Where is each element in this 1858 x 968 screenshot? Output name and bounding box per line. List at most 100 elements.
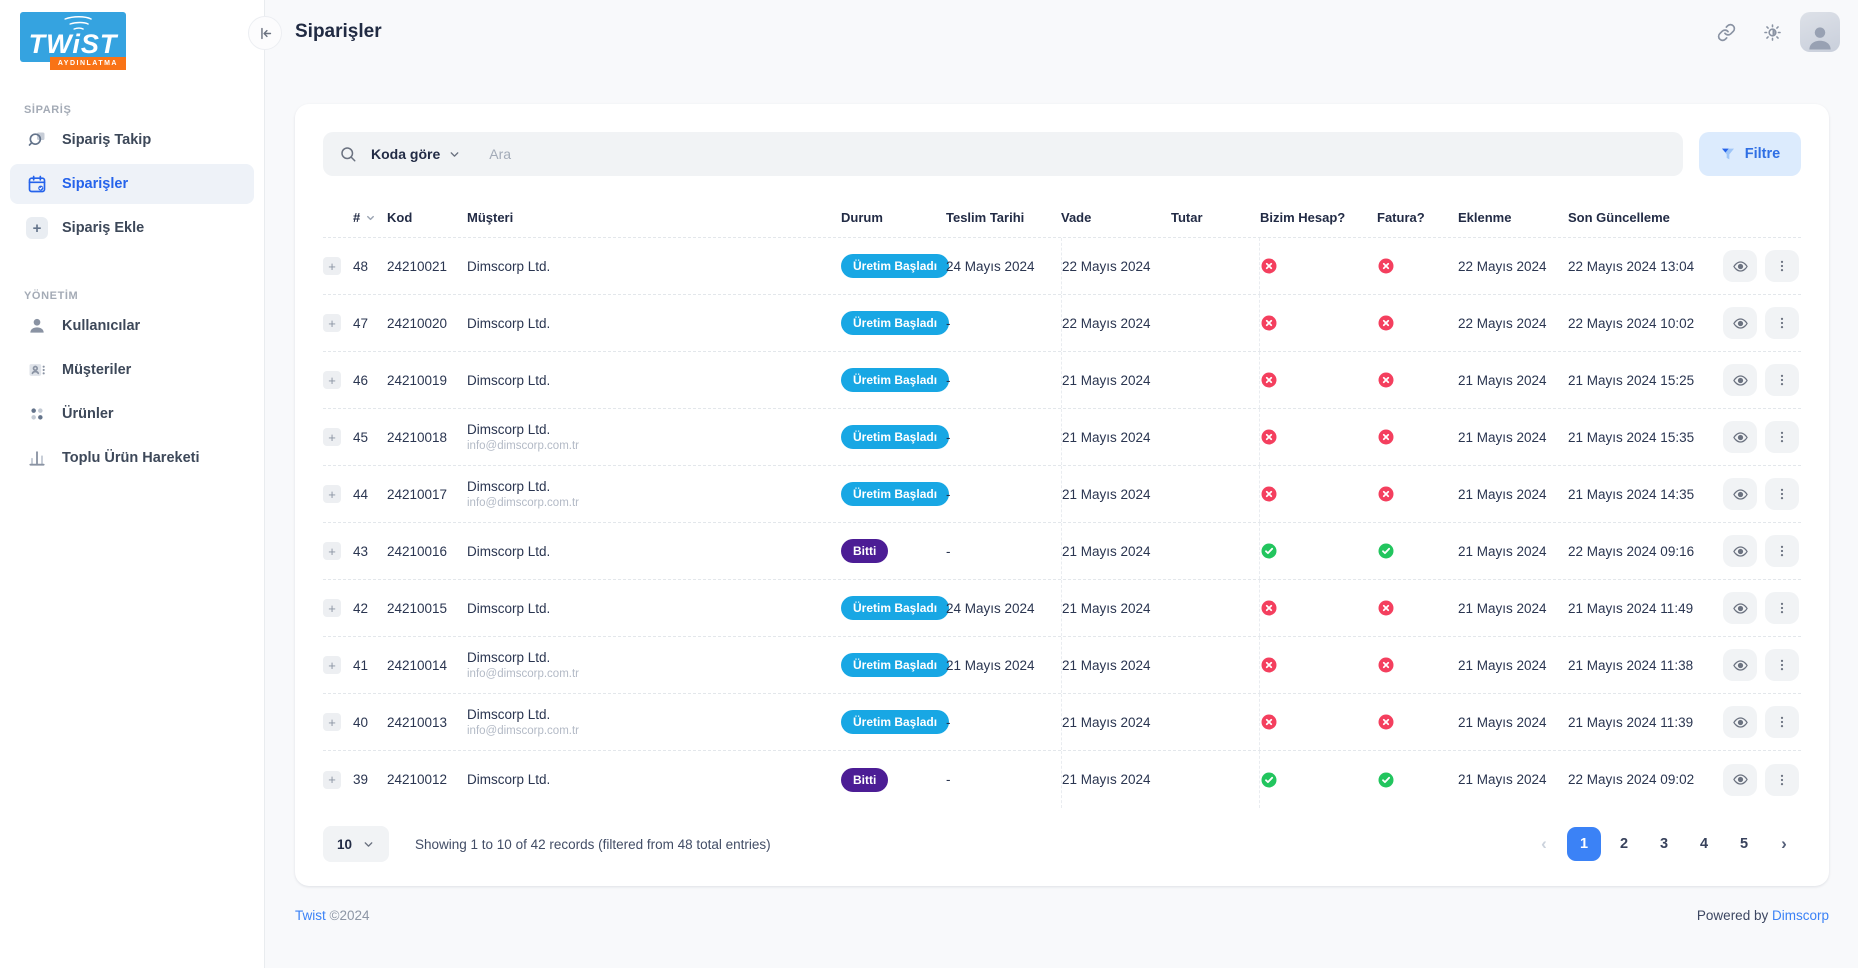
page-size-select[interactable]: 10 — [323, 826, 389, 862]
row-view-button[interactable] — [1723, 307, 1757, 339]
table-header: # Kod Müşteri Durum Teslim Tarihi Vade T… — [323, 200, 1801, 238]
row-menu-button[interactable] — [1765, 592, 1799, 624]
row-view-button[interactable] — [1723, 364, 1757, 396]
status-badge: Bitti — [841, 539, 888, 563]
table-row: + 40 24210013 Dimscorp Ltd.info@dimscorp… — [323, 694, 1801, 751]
row-eklenme: 22 Mayıs 2024 — [1458, 238, 1568, 294]
row-expand-button[interactable]: + — [323, 542, 341, 560]
row-customer: Dimscorp Ltd. — [467, 373, 550, 388]
app-logo[interactable]: TWiST AYDINLATMA — [20, 12, 126, 70]
row-id: 42 — [353, 580, 387, 636]
search-category-label: Koda göre — [371, 146, 440, 162]
row-view-button[interactable] — [1723, 592, 1757, 624]
row-eklenme: 21 Mayıs 2024 — [1458, 352, 1568, 408]
th-tutar: Tutar — [1171, 200, 1260, 237]
table-row: + 45 24210018 Dimscorp Ltd.info@dimscorp… — [323, 409, 1801, 466]
search-input[interactable] — [475, 146, 1667, 162]
pagination-page-5[interactable]: 5 — [1727, 827, 1761, 861]
plus-icon: + — [26, 217, 48, 239]
sidebar-item-label: Toplu Ürün Hareketi — [62, 450, 200, 466]
sidebar-item-siparisler[interactable]: Siparişler — [10, 164, 254, 204]
row-menu-button[interactable] — [1765, 706, 1799, 738]
row-menu-button[interactable] — [1765, 478, 1799, 510]
row-expand-button[interactable]: + — [323, 257, 341, 275]
row-eklenme: 21 Mayıs 2024 — [1458, 409, 1568, 465]
sidebar-item-musteriler[interactable]: Müşteriler — [10, 350, 254, 390]
row-kod: 24210017 — [387, 466, 467, 522]
table-row: + 43 24210016 Dimscorp Ltd. Bitti - 21 M… — [323, 523, 1801, 580]
bizim-hesap-icon — [1260, 713, 1278, 731]
pagination-page-4[interactable]: 4 — [1687, 827, 1721, 861]
pagination: ‹ 1 2 3 4 5 › — [1527, 827, 1801, 861]
sidebar-item-kullanicilar[interactable]: Kullanıcılar — [10, 306, 254, 346]
share-link-button[interactable] — [1708, 14, 1744, 50]
row-expand-button[interactable]: + — [323, 656, 341, 674]
row-expand-button[interactable]: + — [323, 314, 341, 332]
row-menu-button[interactable] — [1765, 764, 1799, 796]
main-area: Siparişler Koda göre — [265, 0, 1858, 923]
table-row: + 46 24210019 Dimscorp Ltd. Üretim Başla… — [323, 352, 1801, 409]
row-id: 41 — [353, 637, 387, 693]
th-kod: Kod — [387, 200, 467, 237]
theme-sun-icon — [1763, 23, 1782, 42]
pagination-page-1[interactable]: 1 — [1567, 827, 1601, 861]
row-expand-button[interactable]: + — [323, 485, 341, 503]
sidebar-collapse-button[interactable] — [248, 16, 282, 50]
row-teslim-tarihi: - — [946, 409, 1061, 465]
row-vade: 22 Mayıs 2024 — [1061, 295, 1171, 351]
nav-section-siparis: SİPARİŞ — [24, 104, 264, 116]
row-view-button[interactable] — [1723, 421, 1757, 453]
row-tutar — [1171, 409, 1260, 465]
row-menu-button[interactable] — [1765, 307, 1799, 339]
row-tutar — [1171, 352, 1260, 408]
user-avatar[interactable] — [1800, 12, 1840, 52]
sidebar-item-siparis-takip[interactable]: Sipariş Takip — [10, 120, 254, 160]
chevron-down-icon — [362, 838, 375, 851]
logo-subtext: AYDINLATMA — [50, 57, 126, 70]
row-menu-button[interactable] — [1765, 250, 1799, 282]
row-view-button[interactable] — [1723, 706, 1757, 738]
row-expand-button[interactable]: + — [323, 771, 341, 789]
sidebar-item-urunler[interactable]: Ürünler — [10, 394, 254, 434]
eye-icon — [1733, 544, 1748, 559]
kebab-menu-icon — [1775, 715, 1789, 729]
row-view-button[interactable] — [1723, 478, 1757, 510]
pagination-page-3[interactable]: 3 — [1647, 827, 1681, 861]
filter-button[interactable]: Filtre — [1699, 132, 1801, 176]
row-expand-button[interactable]: + — [323, 599, 341, 617]
powered-by-brand-link[interactable]: Dimscorp — [1772, 908, 1829, 923]
row-view-button[interactable] — [1723, 649, 1757, 681]
row-view-button[interactable] — [1723, 764, 1757, 796]
bizim-hesap-icon — [1260, 428, 1278, 446]
status-badge: Üretim Başladı — [841, 710, 949, 734]
row-eklenme: 21 Mayıs 2024 — [1458, 466, 1568, 522]
table-footer: 10 Showing 1 to 10 of 42 records (filter… — [323, 826, 1801, 862]
row-kod: 24210015 — [387, 580, 467, 636]
sidebar-item-toplu-urun-hareketi[interactable]: Toplu Ürün Hareketi — [10, 438, 254, 478]
footer-brand-link[interactable]: Twist — [295, 908, 326, 923]
pagination-page-2[interactable]: 2 — [1607, 827, 1641, 861]
th-id[interactable]: # — [353, 200, 387, 237]
row-tutar — [1171, 466, 1260, 522]
row-expand-button[interactable]: + — [323, 371, 341, 389]
row-expand-button[interactable]: + — [323, 428, 341, 446]
theme-toggle-button[interactable] — [1754, 14, 1790, 50]
sidebar-item-label: Sipariş Takip — [62, 132, 151, 148]
search-category-dropdown[interactable]: Koda göre — [371, 146, 461, 162]
pagination-prev-button[interactable]: ‹ — [1527, 827, 1561, 861]
row-view-button[interactable] — [1723, 535, 1757, 567]
fatura-icon — [1377, 428, 1395, 446]
row-id: 44 — [353, 466, 387, 522]
row-menu-button[interactable] — [1765, 364, 1799, 396]
row-expand-button[interactable]: + — [323, 713, 341, 731]
row-menu-button[interactable] — [1765, 649, 1799, 681]
records-summary: Showing 1 to 10 of 42 records (filtered … — [415, 837, 771, 852]
row-menu-button[interactable] — [1765, 535, 1799, 567]
pagination-next-button[interactable]: › — [1767, 827, 1801, 861]
row-view-button[interactable] — [1723, 250, 1757, 282]
row-tutar — [1171, 751, 1260, 808]
sidebar-item-siparis-ekle[interactable]: + Sipariş Ekle — [10, 208, 254, 248]
row-guncelleme: 21 Mayıs 2024 11:49 — [1568, 580, 1721, 636]
row-menu-button[interactable] — [1765, 421, 1799, 453]
page-footer: Twist ©2024 Powered by Dimscorp — [295, 908, 1829, 923]
